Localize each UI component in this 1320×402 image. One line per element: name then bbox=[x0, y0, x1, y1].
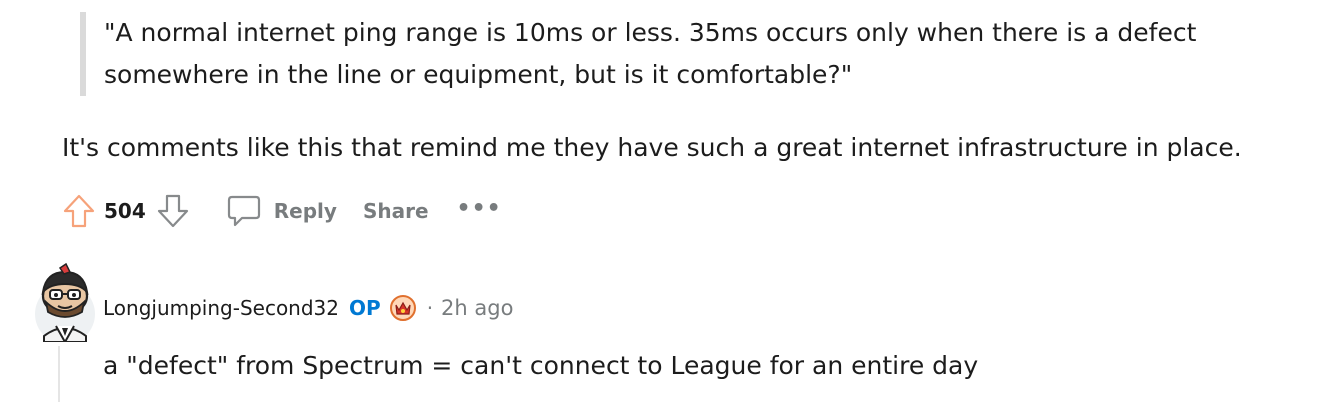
quote-line-1: "A normal internet ping range is 10ms or… bbox=[104, 18, 1197, 47]
share-button[interactable]: Share bbox=[363, 199, 429, 223]
reply-body: a "defect" from Spectrum = can't connect… bbox=[103, 351, 979, 380]
meta-separator: · bbox=[426, 296, 434, 320]
reply-button[interactable]: Reply bbox=[226, 194, 337, 228]
comment-bubble-icon bbox=[226, 194, 262, 228]
reply-label: Reply bbox=[273, 199, 337, 223]
downvote-icon[interactable] bbox=[156, 193, 190, 229]
vote-score: 504 bbox=[104, 199, 146, 223]
award-flair-icon bbox=[389, 294, 417, 322]
quote-line-2: somewhere in the line or equipment, but … bbox=[104, 60, 853, 89]
more-options-button[interactable]: ••• bbox=[457, 196, 502, 221]
upvote-icon[interactable] bbox=[62, 193, 96, 229]
comment-body: It's comments like this that remind me t… bbox=[62, 133, 1242, 162]
timestamp[interactable]: 2h ago bbox=[441, 296, 513, 320]
username-link[interactable]: Longjumping-Second32 bbox=[103, 296, 339, 320]
reply-header: Longjumping-Second32 OP · 2h ago bbox=[103, 294, 513, 322]
thread-line[interactable] bbox=[58, 346, 60, 402]
snoo-avatar-icon bbox=[35, 262, 95, 345]
op-badge: OP bbox=[349, 296, 381, 320]
blockquote: "A normal internet ping range is 10ms or… bbox=[80, 12, 1304, 96]
avatar[interactable] bbox=[30, 262, 100, 345]
comment-actions: 504 Reply Share ••• bbox=[62, 188, 502, 234]
